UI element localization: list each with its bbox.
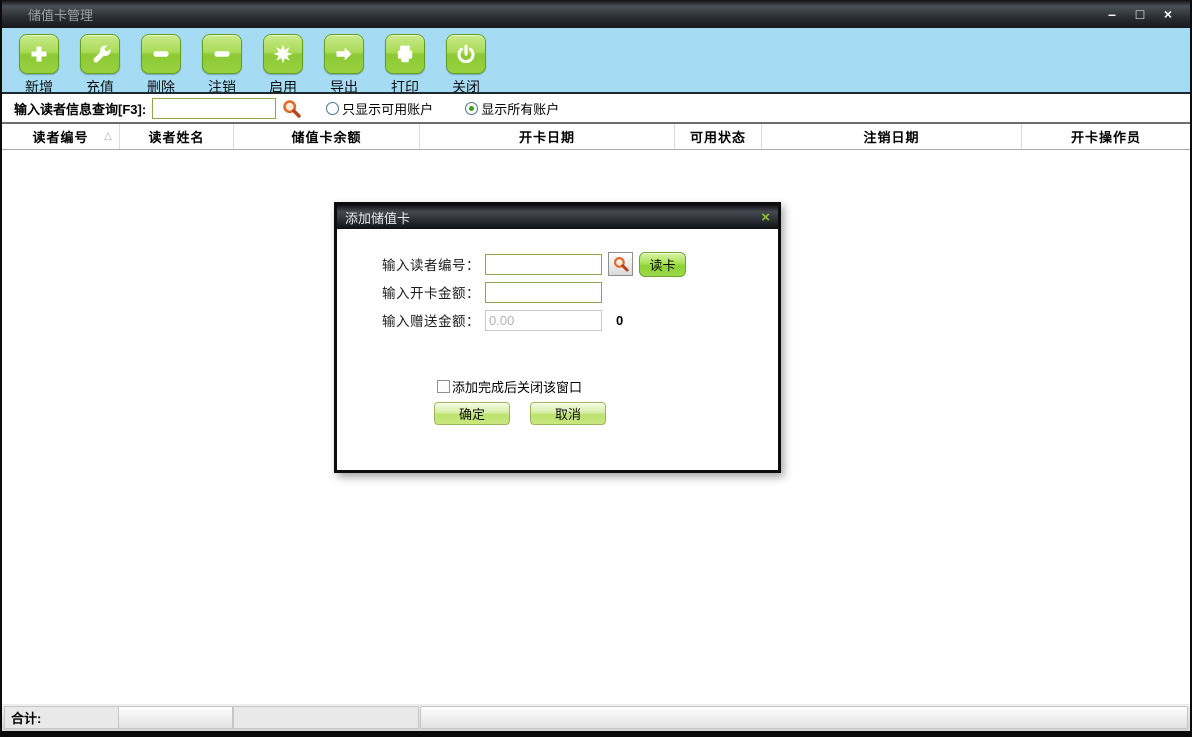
toolbar-button-delete[interactable]: 删除 — [140, 34, 182, 97]
table-header: 读者编号 △ 读者姓名 储值卡余额 开卡日期 可用状态 注销日期 开卡操作员 — [2, 124, 1190, 150]
toolbar-button-close[interactable]: 关闭 — [445, 34, 487, 97]
titlebar[interactable]: 储值卡管理 – □ × — [2, 0, 1190, 28]
column-header-open-date[interactable]: 开卡日期 — [420, 124, 675, 149]
gift-amount-suffix: 0 — [616, 313, 623, 328]
close-after-add-checkbox[interactable] — [437, 380, 450, 393]
column-header-status[interactable]: 可用状态 — [675, 124, 762, 149]
radio-icon — [326, 102, 339, 115]
radio-label: 只显示可用账户 — [342, 99, 433, 118]
reader-id-row: 输入读者编号： 读卡 — [337, 252, 778, 276]
ok-button[interactable]: 确定 — [434, 402, 510, 425]
open-amount-row: 输入开卡金额： — [337, 280, 778, 304]
radio-show-available[interactable]: 只显示可用账户 — [326, 99, 433, 118]
dialog-buttons: 确定 取消 — [434, 402, 778, 425]
toolbar-button-recharge[interactable]: 充值 — [79, 34, 121, 97]
status-bar: 合计: — [2, 704, 1190, 731]
window-title: 储值卡管理 — [28, 5, 93, 24]
toolbar-button-enable[interactable]: 启用 — [262, 34, 304, 97]
arrow-right-icon — [324, 34, 364, 74]
dialog-close-button[interactable]: × — [761, 210, 770, 225]
minus-icon — [202, 34, 242, 74]
dialog-title: 添加储值卡 — [345, 208, 410, 227]
close-button[interactable]: × — [1158, 4, 1178, 24]
radio-label: 显示所有账户 — [481, 99, 559, 118]
burst-icon — [263, 34, 303, 74]
minus-icon — [141, 34, 181, 74]
column-header-reader-name[interactable]: 读者姓名 — [120, 124, 234, 149]
app-window: 储值卡管理 – □ × 新增 充值 删除 — [0, 0, 1192, 737]
toolbar-button-add[interactable]: 新增 — [18, 34, 60, 97]
toolbar-button-print[interactable]: 打印 — [384, 34, 426, 97]
search-panel: 输入读者信息查询[F3]: 只显示可用账户 显示所有账户 — [2, 92, 1190, 124]
reader-search-button[interactable] — [608, 252, 633, 276]
gift-amount-row: 输入赠送金额： 0 — [337, 308, 778, 332]
toolbar: 新增 充值 删除 注销 启用 — [2, 28, 1190, 92]
power-icon — [446, 34, 486, 74]
radio-show-all[interactable]: 显示所有账户 — [465, 99, 559, 118]
status-sum-cell — [233, 706, 419, 729]
checkbox-label: 添加完成后关闭该窗口 — [452, 377, 582, 396]
search-input[interactable] — [152, 98, 276, 119]
window-controls: – □ × — [1102, 4, 1178, 24]
status-cell — [119, 706, 233, 729]
gift-amount-input — [485, 310, 602, 331]
toolbar-button-export[interactable]: 导出 — [323, 34, 365, 97]
gift-amount-label: 输入赠送金额： — [337, 310, 480, 330]
dialog-titlebar[interactable]: 添加储值卡 × — [337, 205, 778, 229]
cancel-button[interactable]: 取消 — [530, 402, 606, 425]
status-cell — [420, 706, 1188, 729]
window-bottom-edge — [2, 731, 1190, 737]
search-label: 输入读者信息查询[F3]: — [14, 99, 146, 118]
close-after-add-row: 添加完成后关闭该窗口 — [437, 377, 778, 396]
column-header-operator[interactable]: 开卡操作员 — [1022, 124, 1190, 149]
dialog-body: 输入读者编号： 读卡 输入开卡金额： 输入赠送金额： 0 — [337, 229, 778, 425]
plus-icon — [19, 34, 59, 74]
minimize-button[interactable]: – — [1102, 4, 1122, 24]
maximize-button[interactable]: □ — [1130, 4, 1150, 24]
printer-icon — [385, 34, 425, 74]
radio-selected-icon — [465, 102, 478, 115]
column-header-reader-id[interactable]: 读者编号 △ — [2, 124, 120, 149]
reader-id-input[interactable] — [485, 254, 602, 275]
wrench-icon — [80, 34, 120, 74]
status-total-cell: 合计: — [4, 706, 119, 729]
column-header-card-balance[interactable]: 储值卡余额 — [234, 124, 420, 149]
reader-id-label: 输入读者编号： — [337, 254, 480, 274]
magnifier-icon — [612, 255, 630, 273]
add-card-dialog: 添加储值卡 × 输入读者编号： 读卡 输入开卡金额： 输入赠送金额： — [334, 202, 781, 473]
column-header-cancel-date[interactable]: 注销日期 — [762, 124, 1022, 149]
open-amount-input[interactable] — [485, 282, 602, 303]
sort-asc-icon: △ — [104, 131, 112, 142]
read-card-button[interactable]: 读卡 — [639, 252, 686, 277]
search-icon[interactable] — [281, 98, 302, 119]
open-amount-label: 输入开卡金额： — [337, 282, 480, 302]
toolbar-button-deactivate[interactable]: 注销 — [201, 34, 243, 97]
